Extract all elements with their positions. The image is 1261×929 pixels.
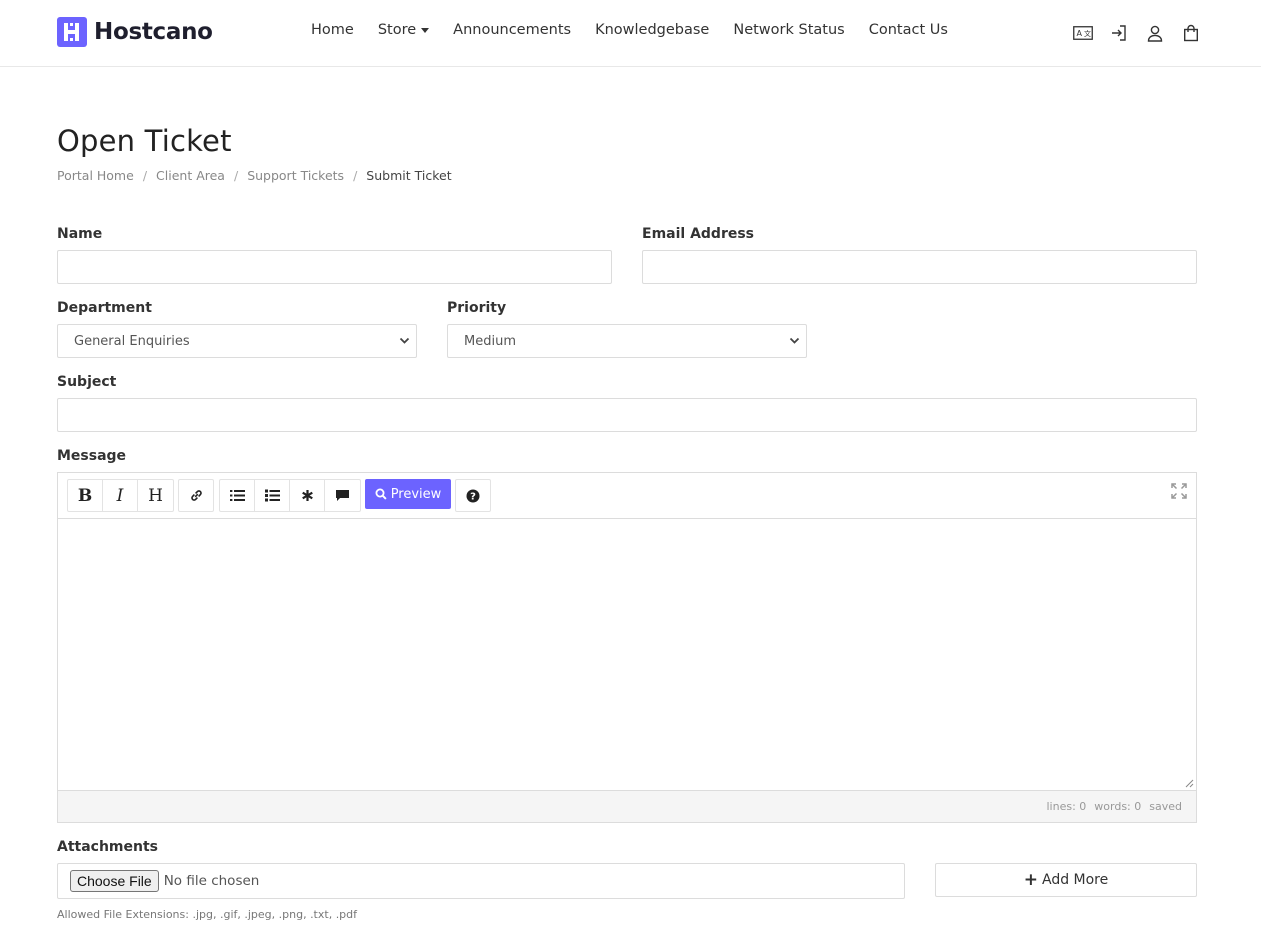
- priority-select-value: Medium: [464, 333, 516, 349]
- block-group: [219, 479, 361, 512]
- preview-button[interactable]: Preview: [365, 479, 451, 509]
- priority-select[interactable]: Medium: [447, 324, 807, 358]
- nav-store-label: Store: [377, 22, 417, 38]
- logo[interactable]: Hostcano: [57, 17, 213, 47]
- main-nav: Home Store Announcements Knowledgebase N…: [311, 22, 972, 38]
- asterisk-button[interactable]: [290, 480, 325, 511]
- message-label: Message: [57, 448, 127, 464]
- breadcrumb-separator: /: [353, 168, 358, 183]
- nav-network-status[interactable]: Network Status: [733, 22, 844, 38]
- no-file-text: No file chosen: [163, 873, 260, 889]
- choose-file-button[interactable]: Choose File: [70, 870, 159, 892]
- help-group: ?: [455, 479, 491, 512]
- chevron-down-icon: [789, 337, 800, 344]
- logo-text: Hostcano: [94, 19, 213, 45]
- nav-home-label: Home: [311, 22, 354, 38]
- link-group: [178, 479, 214, 512]
- nav-contact-us-label: Contact Us: [868, 22, 948, 38]
- link-button[interactable]: [179, 480, 213, 511]
- preview-button-label: Preview: [390, 486, 442, 502]
- svg-text:文: 文: [1084, 29, 1091, 38]
- words-count: words: 0: [1094, 800, 1142, 813]
- header-icons: A文: [1072, 22, 1202, 44]
- svg-text:?: ?: [470, 491, 476, 502]
- nav-network-status-label: Network Status: [733, 22, 845, 38]
- nav-store[interactable]: Store: [377, 22, 430, 38]
- lines-count: lines: 0: [1046, 800, 1087, 813]
- heading-button[interactable]: H: [138, 480, 173, 511]
- nav-knowledgebase-label: Knowledgebase: [595, 22, 710, 38]
- nav-announcements-label: Announcements: [453, 22, 572, 38]
- italic-button[interactable]: I: [103, 480, 138, 511]
- plus-icon: +: [1023, 870, 1038, 890]
- email-input[interactable]: [642, 250, 1197, 284]
- breadcrumb-submit-ticket: Submit Ticket: [366, 168, 452, 183]
- breadcrumb-portal-home[interactable]: Portal Home: [57, 168, 134, 183]
- subject-label: Subject: [57, 374, 117, 390]
- nav-announcements[interactable]: Announcements: [453, 22, 571, 38]
- department-select-value: General Enquiries: [74, 333, 190, 349]
- ordered-list-icon: [229, 490, 245, 501]
- email-label: Email Address: [642, 226, 755, 242]
- file-input[interactable]: Choose File No file chosen: [57, 863, 905, 899]
- markdown-editor: B I H Preview ? lines: 0 words: 0 saved: [57, 472, 1197, 823]
- bold-button[interactable]: B: [68, 480, 103, 511]
- site-header: Hostcano Home Store Announcements Knowle…: [0, 0, 1261, 67]
- unordered-list-icon: [264, 489, 280, 502]
- asterisk-icon: [301, 490, 313, 501]
- caret-down-icon: [421, 27, 430, 33]
- allowed-extensions-text: Allowed File Extensions: .jpg, .gif, .jp…: [57, 908, 358, 921]
- logo-mark-icon: [57, 17, 87, 47]
- format-group: B I H: [67, 479, 174, 512]
- name-label: Name: [57, 226, 103, 242]
- svg-text:A: A: [1077, 29, 1083, 38]
- language-icon[interactable]: A文: [1072, 22, 1094, 44]
- page-title: Open Ticket: [57, 124, 232, 158]
- question-circle-icon: ?: [466, 489, 480, 502]
- subject-input[interactable]: [57, 398, 1197, 432]
- chevron-down-icon: [399, 337, 410, 344]
- comment-icon: [336, 490, 349, 501]
- nav-contact-us[interactable]: Contact Us: [869, 22, 948, 38]
- priority-label: Priority: [447, 300, 507, 316]
- save-status: saved: [1149, 800, 1182, 813]
- login-icon[interactable]: [1108, 22, 1130, 44]
- department-select[interactable]: General Enquiries: [57, 324, 417, 358]
- breadcrumb-separator: /: [233, 168, 239, 183]
- breadcrumb-separator: /: [142, 168, 148, 183]
- editor-toolbar: B I H Preview ?: [58, 473, 1196, 519]
- fullscreen-icon[interactable]: [1171, 483, 1187, 499]
- name-input[interactable]: [57, 250, 612, 284]
- comment-button[interactable]: [325, 480, 360, 511]
- breadcrumb-support-tickets[interactable]: Support Tickets: [247, 168, 344, 183]
- link-icon: [190, 490, 202, 501]
- nav-knowledgebase[interactable]: Knowledgebase: [595, 22, 709, 38]
- breadcrumb: Portal Home / Client Area / Support Tick…: [57, 168, 452, 183]
- help-button[interactable]: ?: [456, 480, 490, 511]
- nav-home[interactable]: Home: [311, 22, 354, 38]
- add-more-button[interactable]: + Add More: [935, 863, 1197, 897]
- user-icon[interactable]: [1144, 22, 1166, 44]
- unordered-list-button[interactable]: [255, 480, 290, 511]
- message-textarea[interactable]: [58, 519, 1196, 790]
- breadcrumb-client-area[interactable]: Client Area: [156, 168, 225, 183]
- search-icon: [375, 488, 387, 500]
- add-more-label: Add More: [1041, 872, 1109, 888]
- resize-handle-icon[interactable]: [1185, 779, 1194, 788]
- editor-statusbar: lines: 0 words: 0 saved: [58, 790, 1196, 822]
- ordered-list-button[interactable]: [220, 480, 255, 511]
- shopping-bag-icon[interactable]: [1180, 22, 1202, 44]
- department-label: Department: [57, 300, 152, 316]
- attachments-label: Attachments: [57, 839, 159, 855]
